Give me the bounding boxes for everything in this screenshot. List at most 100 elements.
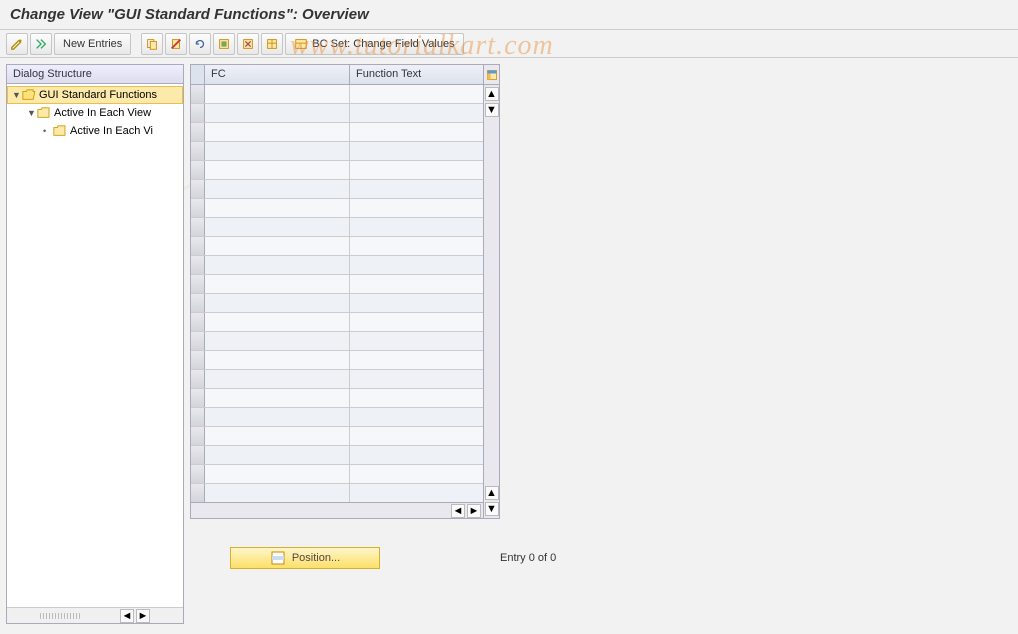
row-handle[interactable] bbox=[191, 199, 205, 217]
row-handle[interactable] bbox=[191, 294, 205, 312]
cell-function-text[interactable] bbox=[350, 161, 478, 179]
row-handle[interactable] bbox=[191, 370, 205, 388]
hscroll-right-icon[interactable]: ► bbox=[467, 504, 481, 518]
cell-fc[interactable] bbox=[205, 370, 350, 388]
table-row[interactable] bbox=[191, 142, 483, 161]
cell-fc[interactable] bbox=[205, 408, 350, 426]
copy-icon[interactable] bbox=[141, 33, 163, 55]
row-handle[interactable] bbox=[191, 484, 205, 502]
chevron-down-icon[interactable]: ▼ bbox=[27, 108, 37, 118]
table-row[interactable] bbox=[191, 465, 483, 484]
cell-function-text[interactable] bbox=[350, 370, 478, 388]
cell-fc[interactable] bbox=[205, 142, 350, 160]
cell-function-text[interactable] bbox=[350, 199, 478, 217]
cell-fc[interactable] bbox=[205, 389, 350, 407]
cell-fc[interactable] bbox=[205, 199, 350, 217]
cell-fc[interactable] bbox=[205, 332, 350, 350]
table-row[interactable] bbox=[191, 161, 483, 180]
chevron-down-icon[interactable]: ▼ bbox=[12, 90, 22, 100]
row-handle[interactable] bbox=[191, 446, 205, 464]
table-row[interactable] bbox=[191, 351, 483, 370]
cell-fc[interactable] bbox=[205, 104, 350, 122]
vscroll-up2-icon[interactable]: ▲ bbox=[485, 486, 499, 500]
bc-set-button[interactable]: BC Set: Change Field Values bbox=[285, 33, 463, 55]
row-handle[interactable] bbox=[191, 161, 205, 179]
hscroll-left-icon[interactable]: ◄ bbox=[451, 504, 465, 518]
sidebar-scroll-left-icon[interactable]: ◄ bbox=[120, 609, 134, 623]
table-row[interactable] bbox=[191, 446, 483, 465]
cell-function-text[interactable] bbox=[350, 180, 478, 198]
table-row[interactable] bbox=[191, 85, 483, 104]
table-row[interactable] bbox=[191, 104, 483, 123]
row-handle[interactable] bbox=[191, 408, 205, 426]
table-row[interactable] bbox=[191, 408, 483, 427]
row-handle[interactable] bbox=[191, 180, 205, 198]
table-row[interactable] bbox=[191, 427, 483, 446]
undo-icon[interactable] bbox=[189, 33, 211, 55]
cell-function-text[interactable] bbox=[350, 389, 478, 407]
select-all-icon[interactable] bbox=[213, 33, 235, 55]
cell-function-text[interactable] bbox=[350, 408, 478, 426]
row-handle[interactable] bbox=[191, 142, 205, 160]
table-row[interactable] bbox=[191, 218, 483, 237]
cell-function-text[interactable] bbox=[350, 275, 478, 293]
cell-function-text[interactable] bbox=[350, 446, 478, 464]
row-handle[interactable] bbox=[191, 218, 205, 236]
row-handle[interactable] bbox=[191, 427, 205, 445]
tree-item[interactable]: •Active In Each Vi bbox=[7, 122, 183, 140]
cell-fc[interactable] bbox=[205, 180, 350, 198]
table-row[interactable] bbox=[191, 256, 483, 275]
toggle-change-icon[interactable] bbox=[6, 33, 28, 55]
cell-function-text[interactable] bbox=[350, 123, 478, 141]
row-handle[interactable] bbox=[191, 123, 205, 141]
cell-fc[interactable] bbox=[205, 446, 350, 464]
delete-icon[interactable] bbox=[165, 33, 187, 55]
cell-fc[interactable] bbox=[205, 294, 350, 312]
row-handle[interactable] bbox=[191, 85, 205, 103]
cell-fc[interactable] bbox=[205, 275, 350, 293]
cell-fc[interactable] bbox=[205, 484, 350, 502]
bullet-icon[interactable]: • bbox=[43, 126, 53, 136]
column-header-fc[interactable]: FC bbox=[205, 65, 350, 84]
tree-item[interactable]: ▼GUI Standard Functions bbox=[7, 86, 183, 104]
cell-function-text[interactable] bbox=[350, 85, 478, 103]
row-handle[interactable] bbox=[191, 389, 205, 407]
cell-fc[interactable] bbox=[205, 237, 350, 255]
table-row[interactable] bbox=[191, 484, 483, 502]
table-row[interactable] bbox=[191, 294, 483, 313]
sidebar-grip[interactable] bbox=[40, 613, 80, 619]
table-row[interactable] bbox=[191, 313, 483, 332]
row-handle[interactable] bbox=[191, 237, 205, 255]
table-select-icon[interactable] bbox=[261, 33, 283, 55]
table-row[interactable] bbox=[191, 389, 483, 408]
cell-function-text[interactable] bbox=[350, 465, 478, 483]
row-handle[interactable] bbox=[191, 313, 205, 331]
table-row[interactable] bbox=[191, 275, 483, 294]
cell-fc[interactable] bbox=[205, 85, 350, 103]
cell-fc[interactable] bbox=[205, 123, 350, 141]
cell-fc[interactable] bbox=[205, 427, 350, 445]
position-button[interactable]: Position... bbox=[230, 547, 380, 569]
row-handle[interactable] bbox=[191, 332, 205, 350]
cell-function-text[interactable] bbox=[350, 351, 478, 369]
row-handle[interactable] bbox=[191, 256, 205, 274]
tree-item[interactable]: ▼Active In Each View bbox=[7, 104, 183, 122]
row-handle[interactable] bbox=[191, 351, 205, 369]
cell-function-text[interactable] bbox=[350, 484, 478, 502]
vscroll-up-icon[interactable]: ▲ bbox=[485, 87, 499, 101]
cell-fc[interactable] bbox=[205, 351, 350, 369]
cell-function-text[interactable] bbox=[350, 237, 478, 255]
vscroll-down2-icon[interactable]: ▼ bbox=[485, 502, 499, 516]
cell-function-text[interactable] bbox=[350, 256, 478, 274]
row-handle[interactable] bbox=[191, 275, 205, 293]
configure-columns-icon[interactable] bbox=[484, 65, 499, 85]
cell-function-text[interactable] bbox=[350, 218, 478, 236]
cell-function-text[interactable] bbox=[350, 294, 478, 312]
cell-fc[interactable] bbox=[205, 313, 350, 331]
horizontal-scrollbar[interactable]: ◄ ► bbox=[191, 502, 483, 518]
deselect-all-icon[interactable] bbox=[237, 33, 259, 55]
cell-fc[interactable] bbox=[205, 465, 350, 483]
sidebar-scroll-right-icon[interactable]: ► bbox=[136, 609, 150, 623]
cell-function-text[interactable] bbox=[350, 313, 478, 331]
cell-fc[interactable] bbox=[205, 161, 350, 179]
